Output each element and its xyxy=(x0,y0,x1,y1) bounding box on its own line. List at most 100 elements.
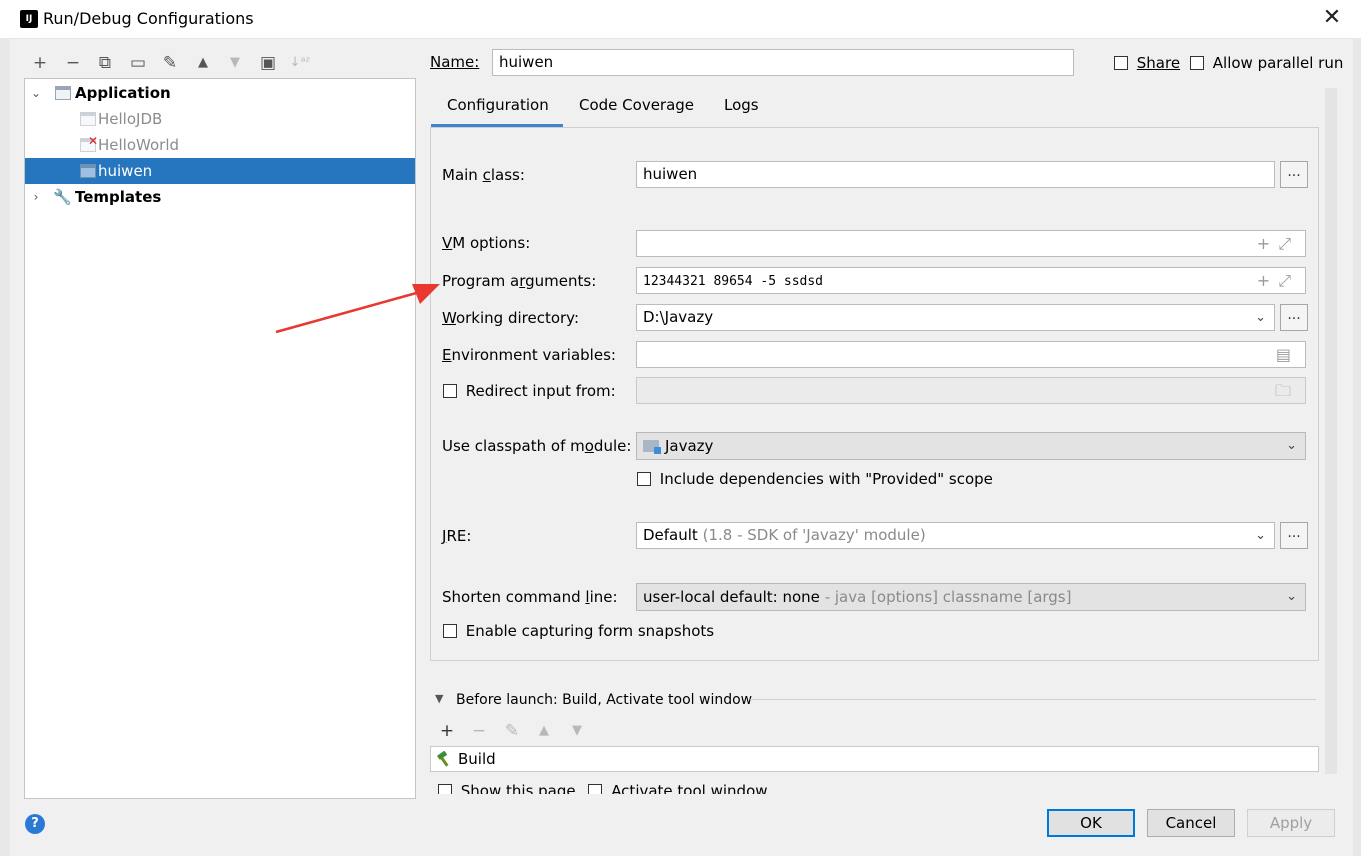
show-page-checkbox[interactable] xyxy=(438,784,452,794)
show-page-label: Show this page xyxy=(460,782,576,794)
program-arguments-input[interactable]: 12344321 89654 -5 ssdsd +⤢ xyxy=(636,267,1306,294)
tab-code-coverage[interactable]: Code Coverage xyxy=(579,96,694,114)
sort-configurations-icon[interactable]: ↓ᵃᶻ xyxy=(289,52,311,74)
vertical-scrollbar[interactable] xyxy=(1325,88,1337,774)
main-class-browse-button[interactable]: ... xyxy=(1280,161,1308,188)
program-arguments-label: Program arguments: xyxy=(442,272,597,290)
share-label: Share xyxy=(1136,54,1181,72)
allow-parallel-checkbox[interactable] xyxy=(1190,56,1204,70)
tree-item-hellojdb[interactable]: HelloJDB xyxy=(25,106,415,132)
background-ide-left xyxy=(0,38,10,856)
working-directory-browse-button[interactable]: ... xyxy=(1280,304,1308,331)
tab-logs[interactable]: Logs xyxy=(724,96,759,114)
move-task-up-icon[interactable]: ▲ xyxy=(533,720,555,742)
add-expand-icons[interactable]: +⤢ xyxy=(1257,268,1299,293)
form-snapshots-group[interactable]: Enable capturing form snapshots xyxy=(443,622,714,640)
activate-tool-window-checkbox[interactable] xyxy=(588,784,603,794)
ok-button[interactable]: OK xyxy=(1047,809,1135,837)
main-class-label: Main class: xyxy=(442,166,525,184)
activate-tool-window-label: Activate tool window xyxy=(611,782,768,794)
include-dependencies-group[interactable]: Include dependencies with "Provided" sco… xyxy=(637,470,993,488)
before-launch-divider xyxy=(750,699,1316,700)
tab-configuration[interactable]: Configuration xyxy=(447,96,549,114)
include-dependencies-label: Include dependencies with "Provided" sco… xyxy=(659,470,993,488)
chevron-down-icon[interactable]: ⌄ xyxy=(1255,523,1266,548)
chevron-down-icon[interactable]: ⌄ xyxy=(1286,584,1297,610)
hammer-icon xyxy=(437,751,449,767)
name-label: Name: xyxy=(430,53,480,71)
edit-list-icon[interactable]: ▤ xyxy=(1276,342,1299,367)
tree-item-label: huiwen xyxy=(98,162,153,180)
tree-item-huiwen[interactable]: huiwen xyxy=(25,158,415,184)
form-snapshots-label: Enable capturing form snapshots xyxy=(465,622,715,640)
tree-item-label: HelloWorld xyxy=(98,136,180,154)
apply-button[interactable]: Apply xyxy=(1247,809,1335,837)
wrench-icon: 🔧 xyxy=(53,188,72,206)
add-task-icon[interactable]: + xyxy=(436,720,458,742)
help-icon[interactable]: ? xyxy=(25,814,45,834)
environment-variables-label: Environment variables: xyxy=(442,346,616,364)
add-configuration-icon[interactable]: + xyxy=(29,52,51,74)
before-launch-build-item[interactable]: Build xyxy=(430,746,1319,772)
form-snapshots-checkbox[interactable] xyxy=(443,624,457,638)
environment-variables-input[interactable]: ▤ xyxy=(636,341,1306,368)
remove-configuration-icon[interactable]: − xyxy=(62,52,84,74)
title-bar: IJ Run/Debug Configurations ✕ xyxy=(0,0,1361,39)
save-configuration-icon[interactable]: ▭ xyxy=(127,52,149,74)
application-icon xyxy=(80,164,96,178)
remove-task-icon[interactable]: − xyxy=(468,720,490,742)
classpath-module-label: Use classpath of module: xyxy=(442,437,632,455)
name-input[interactable]: huiwen xyxy=(492,49,1074,76)
move-up-icon[interactable]: ▲ xyxy=(192,52,214,74)
working-directory-label: Working directory: xyxy=(442,309,580,327)
working-directory-combo[interactable]: D:\Javazy ⌄ xyxy=(636,304,1275,331)
before-launch-options: Show this page Activate tool window xyxy=(438,782,768,794)
tree-label-templates: Templates xyxy=(75,188,162,206)
include-dependencies-checkbox[interactable] xyxy=(637,472,651,486)
chevron-down-icon[interactable]: ⌄ xyxy=(1255,305,1266,330)
configuration-tree[interactable]: ⌄ Application HelloJDB ✕ HelloWorld huiw… xyxy=(24,78,416,799)
redirect-input-checkbox[interactable] xyxy=(443,384,457,398)
share-checkbox-group[interactable]: Share xyxy=(1114,54,1180,72)
collapse-triangle-icon[interactable]: ▼ xyxy=(435,692,443,705)
vm-options-input[interactable]: +⤢ xyxy=(636,230,1306,257)
application-icon xyxy=(55,86,71,100)
cancel-button[interactable]: Cancel xyxy=(1147,809,1235,837)
tree-node-templates[interactable]: › 🔧 Templates xyxy=(25,184,415,210)
folder-icon: 🗀 xyxy=(1274,381,1299,400)
module-folder-icon xyxy=(643,440,661,454)
add-expand-icons[interactable]: +⤢ xyxy=(1257,231,1299,256)
tree-item-helloworld[interactable]: ✕ HelloWorld xyxy=(25,132,415,158)
edit-defaults-wrench-icon[interactable]: ✎ xyxy=(159,52,181,74)
vm-options-label: VM options: xyxy=(442,234,531,252)
jre-combo[interactable]: Default (1.8 - SDK of 'Javazy' module) ⌄ xyxy=(636,522,1275,549)
move-down-icon[interactable]: ▼ xyxy=(224,52,246,74)
tree-item-label: HelloJDB xyxy=(98,110,163,128)
share-checkbox[interactable] xyxy=(1114,56,1128,70)
before-launch-title: Before launch: Build, Activate tool wind… xyxy=(456,692,753,708)
shorten-command-line-combo[interactable]: user-local default: none - java [options… xyxy=(636,583,1306,611)
annotation-arrow xyxy=(275,284,440,334)
classpath-module-combo[interactable]: Javazy ⌄ xyxy=(636,432,1306,460)
main-class-input[interactable]: huiwen xyxy=(636,161,1275,188)
application-icon xyxy=(80,112,96,126)
move-task-down-icon[interactable]: ▼ xyxy=(566,720,588,742)
close-icon[interactable]: ✕ xyxy=(1318,4,1346,32)
tree-label-application: Application xyxy=(75,84,171,102)
allow-parallel-label: Allow parallel run xyxy=(1212,54,1344,72)
intellij-app-icon: IJ xyxy=(17,7,38,28)
window-title: Run/Debug Configurations xyxy=(43,9,254,28)
jre-label: JRE: xyxy=(442,527,472,545)
build-label: Build xyxy=(458,750,496,768)
redirect-input-label: Redirect input from: xyxy=(465,382,616,400)
jre-browse-button[interactable]: ... xyxy=(1280,522,1308,549)
copy-configuration-icon[interactable]: ⧉ xyxy=(94,52,116,74)
chevron-down-icon[interactable]: ⌄ xyxy=(1286,433,1297,459)
chevron-down-icon[interactable]: ⌄ xyxy=(29,80,43,106)
chevron-right-icon[interactable]: › xyxy=(29,184,43,210)
move-into-folder-icon[interactable]: ▣ xyxy=(257,52,279,74)
allow-parallel-checkbox-group[interactable]: Allow parallel run xyxy=(1190,54,1343,72)
tree-node-application[interactable]: ⌄ Application xyxy=(25,80,415,106)
edit-task-icon[interactable]: ✎ xyxy=(501,720,523,742)
redirect-input-group[interactable]: Redirect input from: xyxy=(443,382,616,400)
